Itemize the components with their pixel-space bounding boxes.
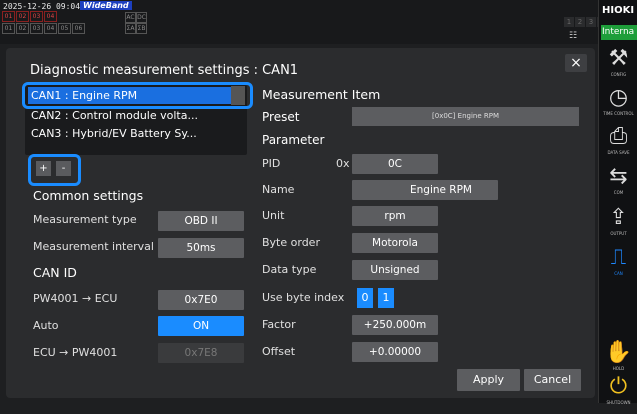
add-remove-highlight <box>28 154 81 186</box>
channel-indicator: 01 <box>2 23 15 34</box>
auto-toggle[interactable]: ON <box>158 316 244 336</box>
rx-can-id-field: 0x7E8 <box>158 343 244 363</box>
offset-label: Offset <box>262 345 296 358</box>
output-button[interactable]: ⇪ OUTPUT <box>601 205 636 245</box>
byte-index-1[interactable]: 1 <box>378 288 394 308</box>
mode-indicator: Interna <box>601 25 637 40</box>
channel-indicator: 03 <box>30 11 43 22</box>
hold-icon: ✋ <box>604 340 633 365</box>
common-settings-heading: Common settings <box>33 188 144 203</box>
measurement-interval-select[interactable]: 50ms <box>158 238 244 258</box>
sidebar: HIOKI Interna ⚒ CONFIG ◷ TIME CONTROL ⎙ DAT… <box>598 0 637 405</box>
band-badge: WideBand <box>80 1 132 10</box>
page-number[interactable]: 1 <box>564 17 574 27</box>
network-icon: ☷ <box>569 31 578 41</box>
com-button[interactable]: ⇆ COM <box>601 164 636 204</box>
can-icon: ⎍ <box>610 245 627 270</box>
channel-row-2: 01 02 03 04 05 06 <box>2 23 85 34</box>
preset-select[interactable]: [0x0C] Engine RPM <box>352 107 579 126</box>
factor-field[interactable]: +250.000m <box>352 315 438 335</box>
measurement-interval-label: Measurement interval <box>33 240 154 253</box>
dc-indicator: DC <box>136 12 147 23</box>
can-button[interactable]: ⎍ CAN <box>601 245 636 285</box>
byte-order-select[interactable]: Motorola <box>352 233 438 253</box>
offset-field[interactable]: +0.00000 <box>352 342 438 362</box>
pid-label: PID <box>262 157 281 170</box>
parameter-heading: Parameter <box>262 133 325 147</box>
cancel-button[interactable]: Cancel <box>524 369 581 391</box>
page-number[interactable]: 3 <box>586 17 596 27</box>
measurement-item-heading: Measurement Item <box>262 87 381 102</box>
data-type-label: Data type <box>262 263 317 276</box>
tools-icon: ⚒ <box>608 46 629 71</box>
pid-prefix: 0x <box>336 157 350 170</box>
unit-label: Unit <box>262 209 285 222</box>
byte-index-label: Use byte index <box>262 291 345 304</box>
close-button[interactable]: × <box>565 54 587 72</box>
sigma-a-indicator: ΣA <box>125 23 136 34</box>
preset-label: Preset <box>262 110 300 124</box>
can-id-heading: CAN ID <box>33 265 77 280</box>
ecu-to-pw4001-label: ECU → PW4001 <box>33 346 118 359</box>
name-label: Name <box>262 183 295 196</box>
pid-field[interactable]: 0C <box>352 154 438 174</box>
measurement-type-label: Measurement type <box>33 213 137 226</box>
data-type-select[interactable]: Unsigned <box>352 260 438 280</box>
selection-highlight <box>22 82 253 109</box>
apply-button[interactable]: Apply <box>457 369 520 391</box>
sigma-b-indicator: ΣB <box>136 23 147 34</box>
channel-indicator: 05 <box>58 23 71 34</box>
list-item[interactable]: CAN3 : Hybrid/EV Battery Sy... <box>31 127 197 140</box>
byte-order-label: Byte order <box>262 236 320 249</box>
timer-icon: ◷ <box>608 85 629 110</box>
channel-indicator: 02 <box>16 11 29 22</box>
channel-row-1: 01 02 03 04 <box>2 11 57 22</box>
config-button[interactable]: ⚒ CONFIG <box>601 46 636 86</box>
data-save-button[interactable]: ⎙ DATA SAVE <box>601 124 636 164</box>
channel-indicator: 02 <box>16 23 29 34</box>
ac-indicator: AC <box>125 12 136 23</box>
measurement-type-select[interactable]: OBD II <box>158 211 244 231</box>
brand-logo: HIOKI <box>602 5 635 16</box>
status-bar: 2025-12-26 09:04:22 WideBand 01 02 03 04… <box>0 0 607 44</box>
channel-indicator: 03 <box>30 23 43 34</box>
shutdown-button[interactable]: ⏻ SHUTDOWN <box>601 374 636 414</box>
unit-field[interactable]: rpm <box>352 206 438 226</box>
auto-label: Auto <box>33 319 59 332</box>
save-icon: ⎙ <box>609 124 628 149</box>
list-item[interactable]: CAN2 : Control module volta... <box>31 109 198 122</box>
channel-indicator: 04 <box>44 11 57 22</box>
factor-label: Factor <box>262 318 296 331</box>
channel-indicator: 04 <box>44 23 57 34</box>
page-number[interactable]: 2 <box>575 17 585 27</box>
output-icon: ⇪ <box>609 205 628 230</box>
com-icon: ⇆ <box>609 164 628 189</box>
dialog-title: Diagnostic measurement settings : CAN1 <box>30 63 299 78</box>
power-icon: ⏻ <box>609 374 628 399</box>
pw4001-to-ecu-label: PW4001 → ECU <box>33 292 118 305</box>
tx-can-id-field[interactable]: 0x7E0 <box>158 290 244 310</box>
byte-index-0[interactable]: 0 <box>357 288 373 308</box>
channel-indicator: 06 <box>72 23 85 34</box>
name-field[interactable]: Engine RPM <box>352 180 498 200</box>
channel-indicator: 01 <box>2 11 15 22</box>
name-value: Engine RPM <box>409 184 472 196</box>
time-control-button[interactable]: ◷ TIME CONTROL <box>601 85 636 125</box>
